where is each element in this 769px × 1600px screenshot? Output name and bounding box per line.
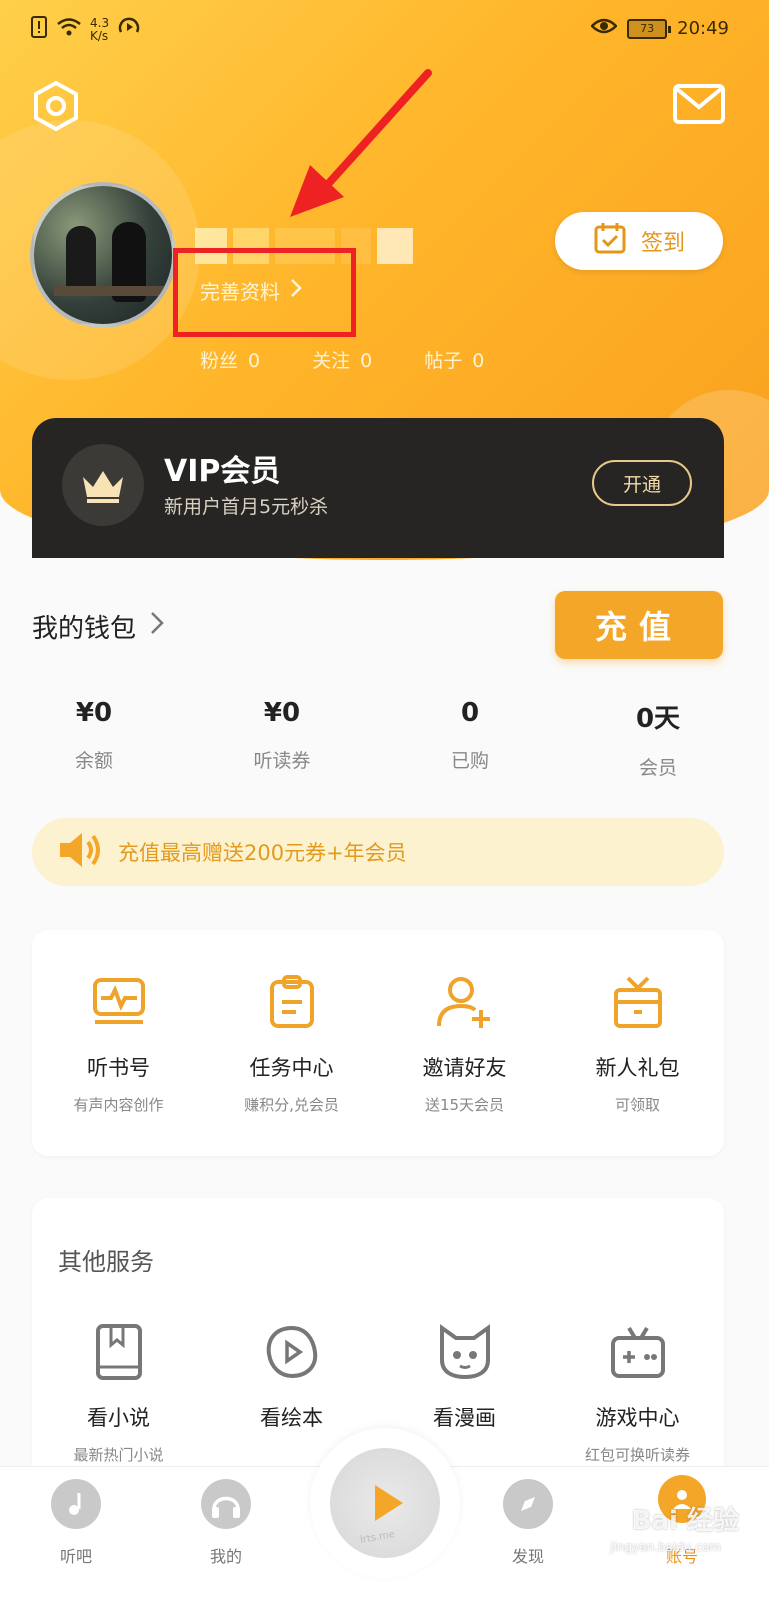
cat-face-icon <box>378 1320 551 1384</box>
stat-value: 0 <box>248 350 261 372</box>
profile-stats: 粉丝 0 关注 0 帖子 0 <box>200 346 484 373</box>
nav-label: 发现 <box>511 1547 544 1566</box>
service-subtitle: 最新热门小说 <box>73 1446 164 1464</box>
stat-posts[interactable]: 帖子 0 <box>424 346 484 373</box>
service-game-center[interactable]: 游戏中心 红包可换听读券 <box>551 1320 724 1465</box>
add-user-icon <box>378 970 551 1034</box>
avatar[interactable] <box>30 182 176 328</box>
signin-button[interactable]: 签到 <box>555 212 723 270</box>
calendar-check-icon <box>593 221 627 261</box>
nav-label: 听吧 <box>59 1547 92 1566</box>
audio-card-icon <box>32 970 205 1034</box>
annotation-highlight-box <box>173 248 356 337</box>
music-note-icon <box>51 1479 101 1529</box>
alert-icon <box>30 16 48 43</box>
wallet-value: 0天 <box>635 704 681 734</box>
clock: 20:49 <box>677 18 729 39</box>
nav-item-mine[interactable]: 我的 <box>176 1479 276 1567</box>
wallet-vouchers[interactable]: ¥0 听读券 <box>202 698 362 773</box>
gift-icon <box>551 970 724 1034</box>
feature-invite-friends[interactable]: 邀请好友 送15天会员 <box>378 970 551 1115</box>
wallet-balance[interactable]: ¥0 余额 <box>14 698 174 773</box>
speaker-icon <box>58 831 104 874</box>
wifi-icon <box>56 17 82 42</box>
recharge-promo-banner[interactable]: 充值最高赠送200元券+年会员 <box>32 818 724 886</box>
battery-indicator: 73 <box>627 18 672 39</box>
feature-subtitle: 可领取 <box>614 1096 660 1114</box>
service-novels[interactable]: 看小说 最新热门小说 <box>32 1320 205 1465</box>
stat-label: 粉丝 <box>200 350 239 372</box>
wallet-membership[interactable]: 0天会员 <box>578 698 738 780</box>
wallet-label: 已购 <box>450 750 489 772</box>
feature-title: 听书号 <box>87 1056 150 1080</box>
watermark-logo: Bai 经验 <box>631 1506 739 1536</box>
feature-title: 任务中心 <box>249 1056 334 1080</box>
stat-followers[interactable]: 粉丝 0 <box>200 346 260 373</box>
wallet-link[interactable]: 我的钱包 <box>32 608 164 645</box>
feature-title: 邀请好友 <box>422 1056 507 1080</box>
vip-open-button[interactable]: 开通 <box>592 460 692 506</box>
service-title: 看绘本 <box>260 1406 323 1430</box>
wallet-value: 0 <box>460 698 480 728</box>
stat-following[interactable]: 关注 0 <box>312 346 372 373</box>
wallet-label: 会员 <box>638 757 677 779</box>
service-title: 游戏中心 <box>595 1406 680 1430</box>
service-title: 看小说 <box>87 1406 150 1430</box>
nav-label: 我的 <box>209 1547 242 1566</box>
feature-newcomer-gift[interactable]: 新人礼包 可领取 <box>551 970 724 1115</box>
features-card: 听书号 有声内容创作 任务中心 赚积分,兑会员 邀请好友 送15天会员 新人礼包… <box>32 930 724 1156</box>
gamepad-icon <box>551 1320 724 1384</box>
status-bar: 4.3 K/s 73 20:49 <box>30 10 729 50</box>
stat-value: 0 <box>472 350 485 372</box>
wallet-title: 我的钱包 <box>32 614 137 644</box>
feature-task-center[interactable]: 任务中心 赚积分,兑会员 <box>205 970 378 1115</box>
mail-icon[interactable] <box>673 84 725 124</box>
headphones-icon <box>201 1479 251 1529</box>
recharge-button[interactable]: 充值 <box>555 591 723 659</box>
other-services-heading: 其他服务 <box>58 1248 154 1276</box>
feature-subtitle: 赚积分,兑会员 <box>244 1096 339 1114</box>
book-icon <box>32 1320 205 1384</box>
stat-label: 关注 <box>312 350 351 372</box>
feature-subtitle: 有声内容创作 <box>73 1096 164 1114</box>
wallet-label: 余额 <box>74 750 113 772</box>
service-title: 看漫画 <box>433 1406 496 1430</box>
nav-item-tingba[interactable]: 听吧 <box>26 1479 126 1567</box>
nav-item-discover[interactable]: 发现 <box>478 1479 578 1567</box>
speed-value: 4.3 <box>90 15 110 30</box>
annotation-arrow <box>280 65 440 229</box>
feature-audio-account[interactable]: 听书号 有声内容创作 <box>32 970 205 1115</box>
wallet-label: 听读券 <box>253 750 311 772</box>
settings-icon[interactable] <box>30 80 82 132</box>
play-bubble-icon <box>205 1320 378 1384</box>
service-subtitle: 红包可换听读券 <box>584 1446 690 1464</box>
center-play-button[interactable]: lrts.me <box>310 1428 460 1578</box>
wallet-value: ¥0 <box>263 698 301 728</box>
watermark-url: jingyan.baidu.com <box>610 1540 721 1554</box>
feature-subtitle: 送15天会员 <box>424 1096 505 1114</box>
promo-text: 充值最高赠送200元券+年会员 <box>118 841 407 865</box>
compass-icon <box>503 1479 553 1529</box>
network-speed: 4.3 K/s <box>90 15 110 43</box>
crown-icon <box>62 444 144 526</box>
stat-value: 0 <box>360 350 373 372</box>
hotspot-icon <box>117 16 141 43</box>
speed-unit: K/s <box>90 28 109 43</box>
clipboard-icon <box>205 970 378 1034</box>
vip-card[interactable]: VIP会员 新用户首月5元秒杀 开通 <box>32 418 724 558</box>
wallet-purchased[interactable]: 0 已购 <box>390 698 550 773</box>
stat-label: 帖子 <box>424 350 463 372</box>
feature-title: 新人礼包 <box>595 1056 680 1080</box>
vip-subtitle: 新用户首月5元秒杀 <box>164 496 329 518</box>
wallet-value: ¥0 <box>75 698 113 728</box>
signin-label: 签到 <box>640 231 685 256</box>
chevron-right-icon <box>150 611 164 642</box>
vip-title: VIP会员 <box>164 454 281 489</box>
eye-icon <box>590 16 618 41</box>
